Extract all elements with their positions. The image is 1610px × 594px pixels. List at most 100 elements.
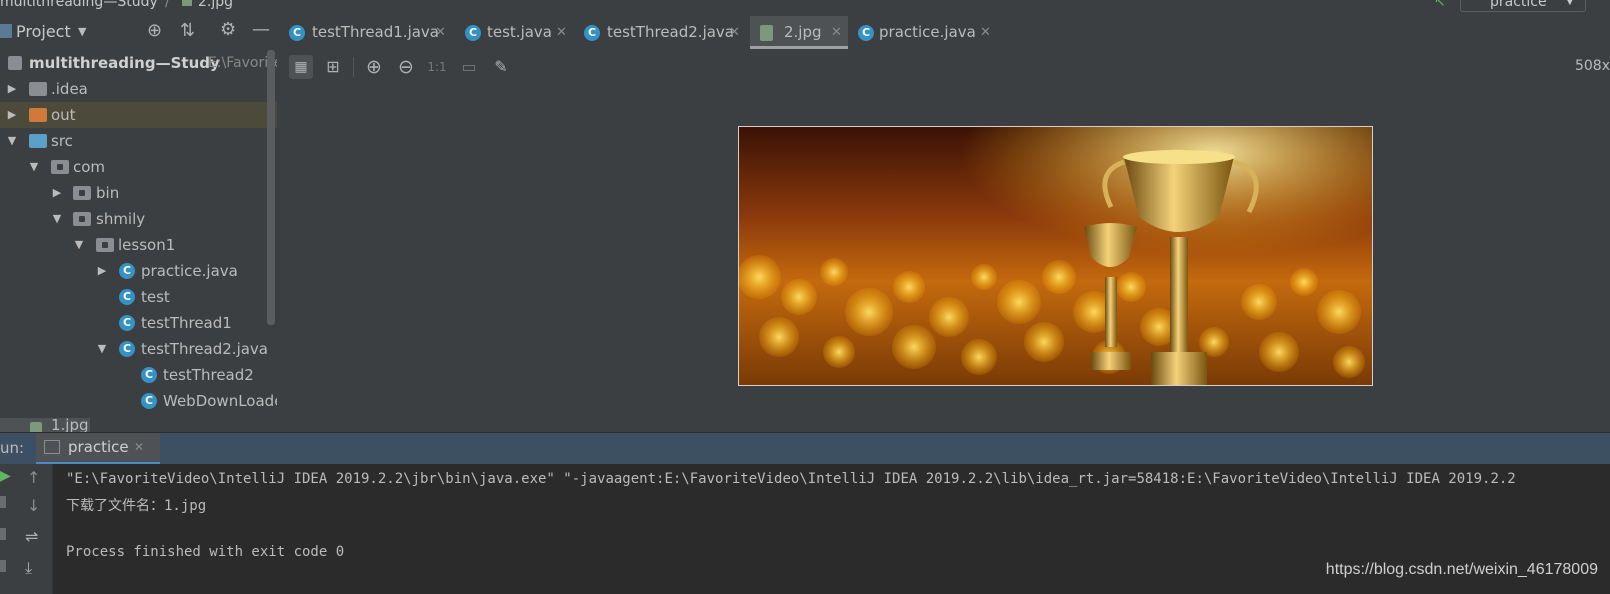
fit-zoom-icon[interactable]: ▭ (457, 55, 481, 79)
gear-icon[interactable]: ⚙ (220, 19, 236, 40)
close-icon[interactable]: ✕ (134, 440, 144, 454)
image-file-icon (182, 0, 192, 6)
soft-wrap-icon[interactable]: ⇌ (25, 527, 38, 546)
expand-arrow-icon[interactable]: ▶ (51, 180, 63, 206)
class-icon: C (289, 25, 305, 41)
tree-item-com[interactable]: ▼ com (0, 154, 277, 180)
project-tree[interactable]: multithreading—Study E:\Favorite ▶ .idea… (0, 50, 277, 432)
tree-item-testthread2[interactable]: C testThread2 (0, 362, 277, 388)
close-icon[interactable]: ✕ (729, 16, 740, 49)
project-panel-header: Project ▼ ⊕ ⇅ ⚙ — (0, 16, 277, 51)
run-panel-header: un: practice ✕ (0, 432, 1610, 465)
locate-icon[interactable]: ⊕ (147, 20, 162, 41)
collapse-all-icon[interactable]: ⇅ (180, 20, 195, 41)
rerun-icon[interactable]: ▶ (0, 468, 11, 484)
crumb-file[interactable]: 2.jpg (198, 0, 233, 10)
class-icon: C (858, 25, 874, 41)
image-file-icon (760, 25, 773, 41)
close-icon[interactable]: ✕ (980, 16, 991, 49)
project-view-title[interactable]: Project (16, 22, 71, 41)
tree-item-out[interactable]: ▶ out (0, 102, 277, 128)
console-line: Process finished with exit code 0 (66, 544, 345, 560)
trophy-image (738, 126, 1373, 386)
tree-item-practice-java[interactable]: ▶ C practice.java (0, 258, 277, 284)
project-view-icon (0, 24, 12, 38)
crumb-project[interactable]: multithreading—Study (0, 0, 158, 10)
tree-item-bin[interactable]: ▶ bin (0, 180, 277, 206)
tree-item-testthread2-java[interactable]: ▼ C testThread2.java (0, 336, 277, 362)
folder-icon (29, 82, 47, 96)
package-icon (73, 186, 91, 200)
expand-arrow-icon[interactable]: ▶ (6, 102, 18, 128)
tree-item-testthread1[interactable]: C testThread1 (0, 310, 277, 336)
chevron-down-icon[interactable]: ▼ (78, 25, 86, 38)
tab-run-practice[interactable]: practice ✕ (36, 433, 160, 465)
camera-icon[interactable] (0, 528, 6, 540)
source-folder-icon (29, 134, 47, 148)
arrow-down-icon[interactable]: ↓ (27, 496, 40, 515)
minimize-icon[interactable]: — (252, 19, 270, 40)
tab-testthread1-java[interactable]: C testThread1.java ✕ (281, 16, 453, 49)
tab-testthread2-java[interactable]: C testThread2.java ✕ (576, 16, 746, 49)
class-icon: C (465, 25, 481, 41)
console-line: "E:\FavoriteVideo\IntelliJ IDEA 2019.2.2… (66, 471, 1516, 487)
tree-item-idea[interactable]: ▶ .idea (0, 76, 277, 102)
class-icon: C (584, 25, 600, 41)
toolbar-divider (353, 57, 354, 77)
zoom-out-icon[interactable]: ⊖ (394, 55, 418, 79)
chevron-down-icon: ▼ (1566, 0, 1574, 7)
collapse-arrow-icon[interactable]: ▼ (96, 336, 108, 362)
collapse-arrow-icon[interactable]: ▼ (73, 232, 85, 258)
collapse-arrow-icon[interactable]: ▼ (6, 128, 18, 154)
module-icon (8, 56, 22, 70)
color-picker-icon[interactable]: ✎ (489, 55, 513, 79)
tree-item-project-root[interactable]: multithreading—Study E:\Favorite (0, 50, 277, 76)
tree-item-shmily[interactable]: ▼ shmily (0, 206, 277, 232)
class-icon: C (119, 263, 135, 279)
collapse-arrow-icon[interactable]: ▼ (51, 206, 63, 232)
class-icon: C (119, 289, 135, 305)
tab-2-jpg[interactable]: 2.jpg ✕ (750, 16, 848, 49)
build-icon[interactable]: ↖ (1434, 0, 1446, 10)
image-file-icon (30, 422, 42, 432)
scroll-to-end-icon[interactable]: ⤓ (25, 558, 32, 578)
tree-item-src[interactable]: ▼ src (0, 128, 277, 154)
tree-item-lesson1[interactable]: ▼ lesson1 (0, 232, 277, 258)
close-icon[interactable]: ✕ (831, 16, 842, 49)
class-icon: C (141, 367, 157, 383)
run-label: un: (0, 439, 25, 457)
stop-icon[interactable] (0, 496, 6, 508)
tab-practice-java[interactable]: C practice.java ✕ (852, 16, 1002, 49)
tree-item-test[interactable]: C test (0, 284, 277, 310)
grid-icon[interactable]: ⊞ (321, 55, 345, 79)
breadcrumb: multithreading—Study / 2.jpg ↖ practice … (0, 0, 1610, 16)
console-icon (44, 440, 60, 454)
expand-arrow-icon[interactable]: ▶ (96, 258, 108, 284)
zoom-in-icon[interactable]: ⊕ (362, 55, 386, 79)
image-viewer-toolbar: ▦ ⊞ ⊕ ⊖ 1:1 ▭ ✎ (277, 50, 1610, 84)
tree-item-1-jpg[interactable]: 1.jpg (0, 416, 90, 432)
settings-icon[interactable] (0, 560, 6, 572)
project-tree-scrollbar[interactable] (267, 50, 275, 325)
collapse-arrow-icon[interactable]: ▼ (28, 154, 40, 180)
tab-test-java[interactable]: C test.java ✕ (457, 16, 574, 49)
close-icon[interactable]: ✕ (435, 16, 446, 49)
chessboard-icon[interactable]: ▦ (289, 55, 313, 79)
package-icon (73, 212, 91, 226)
package-icon (96, 238, 114, 252)
close-icon[interactable]: ✕ (556, 16, 567, 49)
class-icon: C (141, 393, 157, 409)
actual-size-button[interactable]: 1:1 (425, 55, 449, 79)
class-icon: C (119, 341, 135, 357)
class-icon: C (119, 315, 135, 331)
console-line: 下载了文件名：1.jpg (66, 498, 207, 514)
folder-icon (29, 108, 47, 122)
image-size-label: 508x (1574, 58, 1610, 74)
tree-item-webdownloader[interactable]: C WebDownLoade (0, 388, 277, 414)
expand-arrow-icon[interactable]: ▶ (6, 76, 18, 102)
watermark: https://blog.csdn.net/weixin_46178009 (1325, 561, 1598, 578)
editor-tab-bar: C testThread1.java ✕ C test.java ✕ C tes… (277, 16, 1610, 51)
arrow-up-icon[interactable]: ↑ (27, 468, 40, 487)
package-icon (51, 160, 69, 174)
run-config-label: practice (1490, 0, 1547, 10)
